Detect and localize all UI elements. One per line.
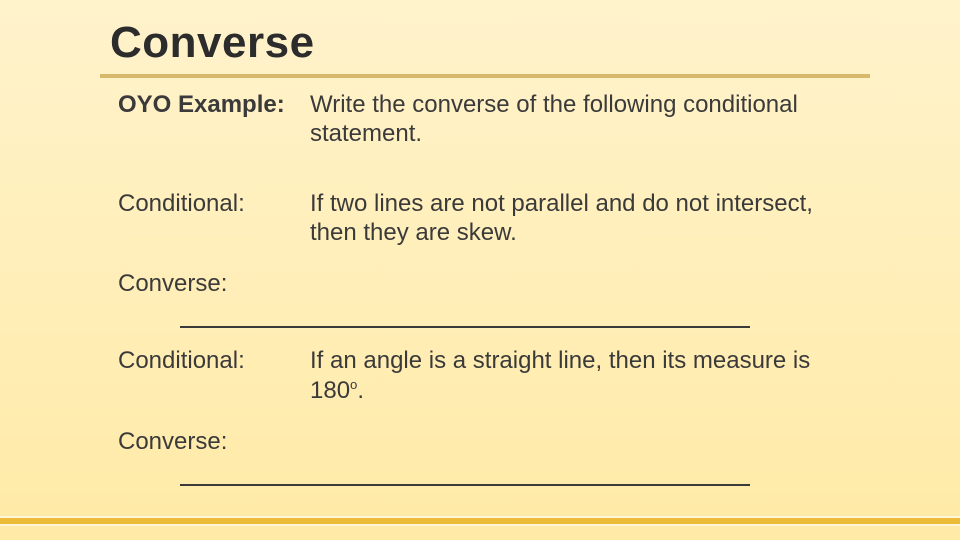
page-title: Converse [110, 18, 960, 68]
example-label: OYO Example: [118, 90, 310, 119]
example-text: Write the converse of the following cond… [310, 90, 900, 149]
title-underline [100, 74, 870, 78]
conditional-label: Conditional: [118, 189, 310, 218]
conditional-row: Conditional: If an angle is a straight l… [118, 346, 900, 405]
converse-label: Converse: [118, 427, 310, 456]
fill-in-line [180, 302, 750, 328]
converse-row: Converse: [118, 269, 900, 298]
example-row: OYO Example: Write the converse of the f… [118, 90, 900, 149]
conditional-row: Conditional: If two lines are not parall… [118, 189, 900, 248]
conditional-text: If two lines are not parallel and do not… [310, 189, 900, 248]
slide: Converse OYO Example: Write the converse… [0, 0, 960, 540]
conditional-text: If an angle is a straight line, then its… [310, 346, 900, 405]
fill-in-line [180, 460, 750, 486]
conditional-text-before: If an angle is a straight line, then its… [310, 347, 810, 403]
converse-label: Converse: [118, 269, 310, 298]
bottom-accent-bar [0, 516, 960, 526]
conditional-label: Conditional: [118, 346, 310, 375]
converse-row: Converse: [118, 427, 900, 456]
conditional-text-after: . [357, 377, 364, 404]
content-area: OYO Example: Write the converse of the f… [118, 90, 900, 486]
